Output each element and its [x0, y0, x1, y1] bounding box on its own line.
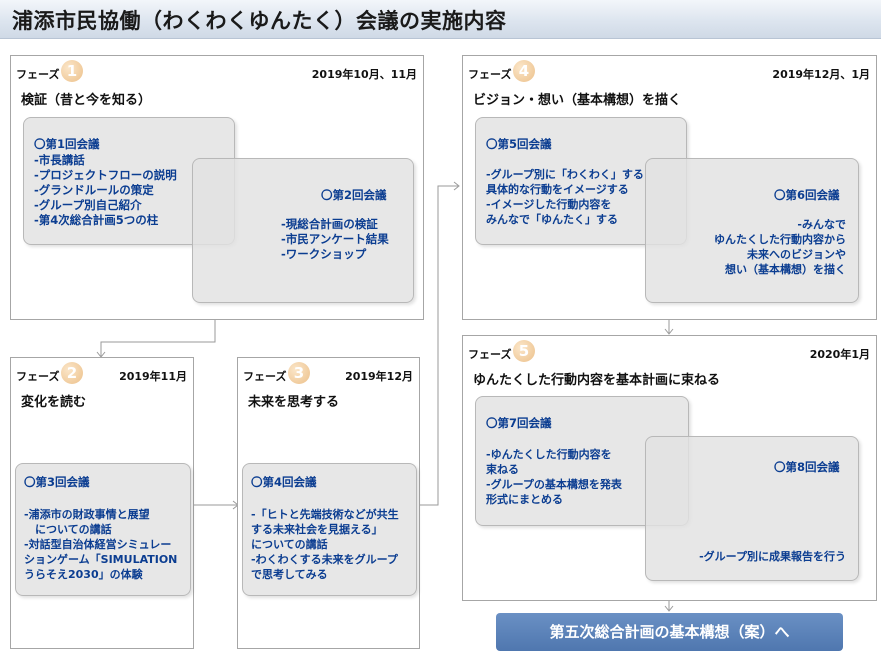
- meeting-heading: 〇第7回会議: [486, 416, 552, 430]
- phase-number-badge: 3: [288, 362, 310, 384]
- detail-line: うらそえ2030」の体験: [24, 568, 143, 581]
- phase-title: 検証（昔と今を知る）: [21, 93, 152, 108]
- phase-number-badge: 1: [61, 60, 83, 82]
- phase-1-box: フェーズ 1 2019年10月、11月 検証（昔と今を知る） 〇第1回会議 -市…: [10, 55, 424, 320]
- detail-line: 束ねる: [486, 463, 519, 476]
- detail-line: みんなで「ゆんたく」する: [486, 213, 618, 226]
- phase-2-box: フェーズ 2 2019年11月 変化を読む 〇第3回会議 -浦添市の財政事情と展…: [10, 357, 194, 649]
- meeting-8-card: 〇第8回会議 -グループ別に成果報告を行う: [645, 436, 859, 581]
- connector-phase3-to-phase4: [418, 185, 458, 506]
- phase-label: フェーズ: [243, 370, 287, 383]
- phase-label: フェーズ: [468, 348, 512, 361]
- phase-label: フェーズ: [468, 68, 512, 81]
- connector-phase1-to-phase2: [100, 318, 216, 356]
- meeting-heading: 〇第3回会議: [24, 475, 90, 489]
- phase-number-badge: 5: [513, 340, 535, 362]
- phase-title: 未来を思考する: [248, 395, 340, 410]
- phase-title: ゆんたくした行動内容を基本計画に束ねる: [473, 373, 721, 388]
- detail-line: 具体的な行動をイメージする: [486, 183, 629, 196]
- meeting-details: -みんなで ゆんたくした行動内容から 未来へのビジョンや 想い（基本構想）を描く: [714, 217, 846, 277]
- phase-date: 2019年10月、11月: [311, 68, 417, 81]
- meeting-3-card: 〇第3回会議 -浦添市の財政事情と展望 についての講話 -対話型自治体経営シミュ…: [15, 463, 191, 596]
- meeting-details: -ゆんたくした行動内容を 束ねる -グループの基本構想を発表 形式にまとめる: [486, 447, 622, 507]
- detail-line: についての講話: [24, 523, 112, 536]
- phase-number-badge: 4: [513, 60, 535, 82]
- detail-line: -グループ別自己紹介: [34, 198, 142, 212]
- meeting-heading: 〇第4回会議: [251, 475, 317, 489]
- phase-5-box: フェーズ 5 2020年1月 ゆんたくした行動内容を基本計画に束ねる 〇第7回会…: [462, 335, 877, 601]
- detail-line: -ワークショップ: [281, 247, 367, 261]
- detail-line: -わくわくする未来をグループ: [251, 553, 398, 566]
- phase-3-box: フェーズ 3 2019年12月 未来を思考する 〇第4回会議 -「ヒトと先端技術…: [237, 357, 420, 649]
- detail-line: -現総合計画の検証: [281, 217, 378, 231]
- detail-line: -グループの基本構想を発表: [486, 478, 622, 491]
- detail-line: -第4次総合計画5つの柱: [34, 213, 159, 227]
- phase-date: 2019年12月: [345, 370, 413, 383]
- phase-label: フェーズ: [16, 370, 60, 383]
- phase-date: 2020年1月: [809, 348, 870, 361]
- detail-line: -グループ別に「わくわく」する: [486, 168, 644, 181]
- detail-line: -浦添市の財政事情と展望: [24, 508, 150, 521]
- detail-line: 未来へのビジョンや: [747, 248, 846, 261]
- phase-title: 変化を読む: [21, 395, 87, 410]
- final-outcome-box: 第五次総合計画の基本構想（案）へ: [496, 613, 843, 651]
- detail-line: -対話型自治体経営シミュレー: [24, 538, 172, 551]
- detail-line: -ゆんたくした行動内容を: [486, 448, 612, 461]
- meeting-details: -グループ別に成果報告を行う: [699, 549, 846, 564]
- detail-line: する未来社会を見据える」: [251, 523, 383, 536]
- detail-line: 想い（基本構想）を描く: [725, 263, 846, 276]
- detail-line: ションゲーム「SIMULATION: [24, 553, 178, 566]
- meeting-details: -グループ別に「わくわく」する 具体的な行動をイメージする -イメージした行動内…: [486, 167, 644, 227]
- detail-line: -市長講話: [34, 153, 85, 167]
- phase-4-box: フェーズ 4 2019年12月、1月 ビジョン・想い（基本構想）を描く 〇第5回…: [462, 55, 877, 320]
- meeting-heading: 〇第8回会議: [774, 460, 840, 474]
- detail-line: で思考してみる: [251, 568, 328, 581]
- detail-line: -グループ別に成果報告を行う: [699, 550, 846, 563]
- detail-line: ゆんたくした行動内容から: [714, 233, 846, 246]
- meeting-heading: 〇第2回会議: [321, 188, 387, 202]
- meeting-heading: 〇第1回会議: [34, 137, 100, 151]
- meeting-details: -市長講話 -プロジェクトフローの説明 -グランドルールの策定 -グループ別自己…: [34, 153, 177, 228]
- phase-date: 2019年11月: [119, 370, 187, 383]
- meeting-heading: 〇第5回会議: [486, 137, 552, 151]
- detail-line: -「ヒトと先端技術などが共生: [251, 508, 399, 521]
- phase-label: フェーズ: [16, 68, 60, 81]
- meeting-6-card: 〇第6回会議 -みんなで ゆんたくした行動内容から 未来へのビジョンや 想い（基…: [645, 158, 859, 303]
- phase-title: ビジョン・想い（基本構想）を描く: [473, 93, 682, 108]
- detail-line: -プロジェクトフローの説明: [34, 168, 177, 182]
- meeting-details: -浦添市の財政事情と展望 についての講話 -対話型自治体経営シミュレー ションゲ…: [24, 507, 177, 582]
- detail-line: についての講話: [251, 538, 328, 551]
- meeting-2-card: 〇第2回会議 -現総合計画の検証 -市民アンケート結果 -ワークショップ: [192, 158, 414, 303]
- phase-date: 2019年12月、1月: [772, 68, 870, 81]
- meeting-heading: 〇第6回会議: [774, 188, 840, 202]
- meeting-details: -「ヒトと先端技術などが共生 する未来社会を見据える」 についての講話 -わくわ…: [251, 507, 399, 582]
- detail-line: -グランドルールの策定: [34, 183, 154, 197]
- detail-line: -市民アンケート結果: [281, 232, 389, 246]
- detail-line: -イメージした行動内容を: [486, 198, 612, 211]
- meeting-details: -現総合計画の検証 -市民アンケート結果 -ワークショップ: [281, 217, 389, 262]
- detail-line: -みんなで: [797, 218, 846, 231]
- meeting-4-card: 〇第4回会議 -「ヒトと先端技術などが共生 する未来社会を見据える」 についての…: [242, 463, 417, 596]
- phase-number-badge: 2: [61, 362, 83, 384]
- detail-line: 形式にまとめる: [486, 493, 563, 506]
